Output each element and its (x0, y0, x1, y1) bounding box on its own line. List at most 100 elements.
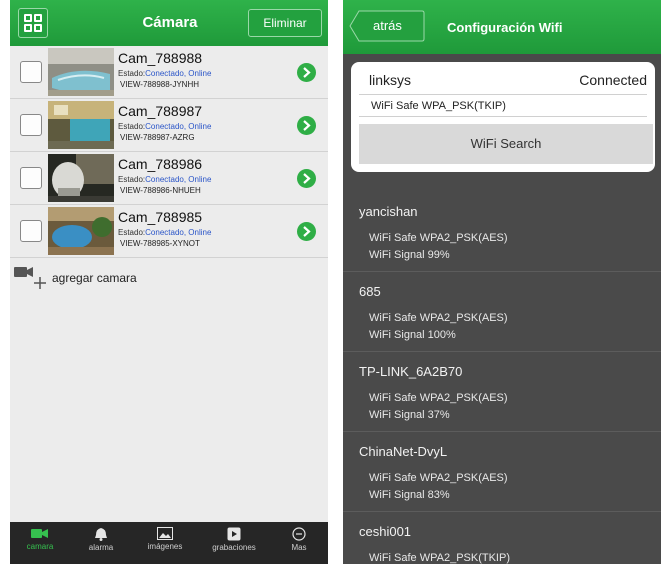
open-camera-button[interactable] (297, 116, 316, 135)
tab-label: alarma (88, 543, 114, 552)
camera-thumbnail (48, 101, 114, 149)
open-camera-button[interactable] (297, 169, 316, 188)
chevron-right-icon (303, 226, 311, 237)
chevron-right-icon (303, 67, 311, 78)
network-ssid: 685 (359, 284, 381, 299)
status-value: Conectado, Online (145, 175, 212, 184)
network-security: WiFi Safe WPA2_PSK(AES) (369, 472, 508, 484)
camera-checkbox[interactable] (20, 114, 42, 136)
tab-mas[interactable]: Mas (270, 522, 328, 564)
camera-status: Estado:Conectado, Online (118, 122, 211, 131)
delete-button[interactable]: Eliminar (248, 9, 322, 37)
grid-icon (34, 24, 42, 32)
wifi-search-button[interactable]: WiFi Search (359, 124, 653, 164)
add-camera-icon (14, 267, 46, 289)
more-icon (292, 527, 306, 541)
tab-label: imágenes (147, 542, 183, 551)
status-value: Conectado, Online (145, 69, 212, 78)
wifi-network-item[interactable]: 685 WiFi Safe WPA2_PSK(AES) WiFi Signal … (343, 272, 661, 352)
open-camera-button[interactable] (297, 63, 316, 82)
screenshot-root: Cámara Eliminar Cam_788988 Estado:Conect… (0, 0, 661, 564)
tab-grabaciones[interactable]: grabaciones (198, 522, 270, 564)
camera-view-id: VIEW-788985-XYNOT (120, 239, 200, 248)
camera-status: Estado:Conectado, Online (118, 228, 211, 237)
status-prefix: Estado: (118, 175, 146, 184)
wifi-network-item[interactable]: ChinaNet-DvyL WiFi Safe WPA2_PSK(AES) Wi… (343, 432, 661, 512)
connected-security: WiFi Safe WPA_PSK(TKIP) (371, 100, 506, 112)
grid-view-button[interactable] (18, 8, 48, 38)
page-title: Configuración Wifi (447, 20, 563, 35)
camera-checkbox[interactable] (20, 220, 42, 242)
page-title: Cámara (142, 14, 198, 31)
network-security: WiFi Safe WPA2_PSK(AES) (369, 232, 508, 244)
back-button[interactable]: atrás (349, 10, 425, 42)
play-icon (227, 527, 241, 541)
tab-imagenes[interactable]: imágenes (132, 522, 198, 564)
camera-view-id: VIEW-788986-NHUEH (120, 186, 201, 195)
status-value: Conectado, Online (145, 122, 212, 131)
connected-ssid: linksys (369, 72, 412, 88)
image-icon (157, 527, 173, 540)
network-signal: WiFi Signal 99% (369, 249, 450, 261)
add-camera-label: agregar camara (52, 271, 137, 285)
camera-list-screen: Cámara Eliminar Cam_788988 Estado:Conect… (10, 0, 328, 564)
tab-label: camara (26, 542, 54, 551)
camera-view-id: VIEW-788987-AZRG (120, 133, 195, 142)
wifi-network-item[interactable]: TP-LINK_6A2B70 WiFi Safe WPA2_PSK(AES) W… (343, 352, 661, 432)
network-security: WiFi Safe WPA2_PSK(AES) (369, 392, 508, 404)
connection-status: Connected (579, 72, 647, 88)
camera-row[interactable]: Cam_788987 Estado:Conectado, Online VIEW… (10, 99, 328, 152)
camera-thumbnail (48, 48, 114, 96)
camera-checkbox[interactable] (20, 167, 42, 189)
camera-row[interactable]: Cam_788988 Estado:Conectado, Online VIEW… (10, 46, 328, 99)
status-prefix: Estado: (118, 69, 146, 78)
video-camera-icon (31, 529, 48, 538)
grid-icon (24, 24, 32, 32)
camera-thumbnail (48, 154, 114, 202)
camera-row[interactable]: Cam_788985 Estado:Conectado, Online VIEW… (10, 205, 328, 258)
camera-thumbnail (48, 207, 114, 255)
grid-icon (24, 14, 32, 22)
camera-name: Cam_788985 (118, 209, 203, 225)
tab-alarma[interactable]: alarma (70, 522, 132, 564)
chevron-right-icon (303, 173, 311, 184)
wifi-network-item[interactable]: ceshi001 WiFi Safe WPA2_PSK(TKIP) (343, 512, 661, 564)
network-ssid: yancishan (359, 204, 418, 219)
camera-name: Cam_788988 (118, 50, 203, 66)
status-prefix: Estado: (118, 122, 146, 131)
wifi-settings-screen: atrás Configuración Wifi linksys Connect… (343, 0, 661, 564)
network-signal: WiFi Signal 37% (369, 409, 450, 421)
tab-label: grabaciones (212, 543, 256, 552)
camera-name: Cam_788986 (118, 156, 203, 172)
network-security: WiFi Safe WPA2_PSK(TKIP) (369, 552, 510, 564)
camera-checkbox[interactable] (20, 61, 42, 83)
network-security: WiFi Safe WPA2_PSK(AES) (369, 312, 508, 324)
wifi-header: atrás Configuración Wifi (343, 0, 661, 54)
grid-icon (34, 14, 42, 22)
camera-header: Cámara Eliminar (10, 0, 328, 46)
bottom-tab-bar: camara alarma imágenes grabaciones Mas (10, 522, 328, 564)
status-prefix: Estado: (118, 228, 146, 237)
divider (359, 116, 647, 117)
connected-network-card: linksys Connected WiFi Safe WPA_PSK(TKIP… (351, 62, 655, 172)
camera-name: Cam_788987 (118, 103, 203, 119)
network-signal: WiFi Signal 83% (369, 489, 450, 501)
chevron-right-icon (303, 120, 311, 131)
network-ssid: ChinaNet-DvyL (359, 444, 448, 459)
network-signal: WiFi Signal 100% (369, 329, 456, 341)
wifi-network-item[interactable]: yancishan WiFi Safe WPA2_PSK(AES) WiFi S… (343, 192, 661, 272)
tab-label: Mas (291, 543, 307, 552)
camera-row[interactable]: Cam_788986 Estado:Conectado, Online VIEW… (10, 152, 328, 205)
bell-icon (95, 528, 107, 541)
tab-camara[interactable]: camara (10, 522, 70, 564)
network-ssid: TP-LINK_6A2B70 (359, 364, 463, 379)
open-camera-button[interactable] (297, 222, 316, 241)
divider (359, 94, 647, 95)
back-label: atrás (373, 18, 402, 33)
network-ssid: ceshi001 (359, 524, 412, 539)
camera-list: Cam_788988 Estado:Conectado, Online VIEW… (10, 46, 328, 258)
camera-view-id: VIEW-788988-JYNHH (120, 80, 199, 89)
add-camera-button[interactable]: agregar camara (10, 265, 328, 291)
camera-status: Estado:Conectado, Online (118, 69, 211, 78)
status-value: Conectado, Online (145, 228, 212, 237)
